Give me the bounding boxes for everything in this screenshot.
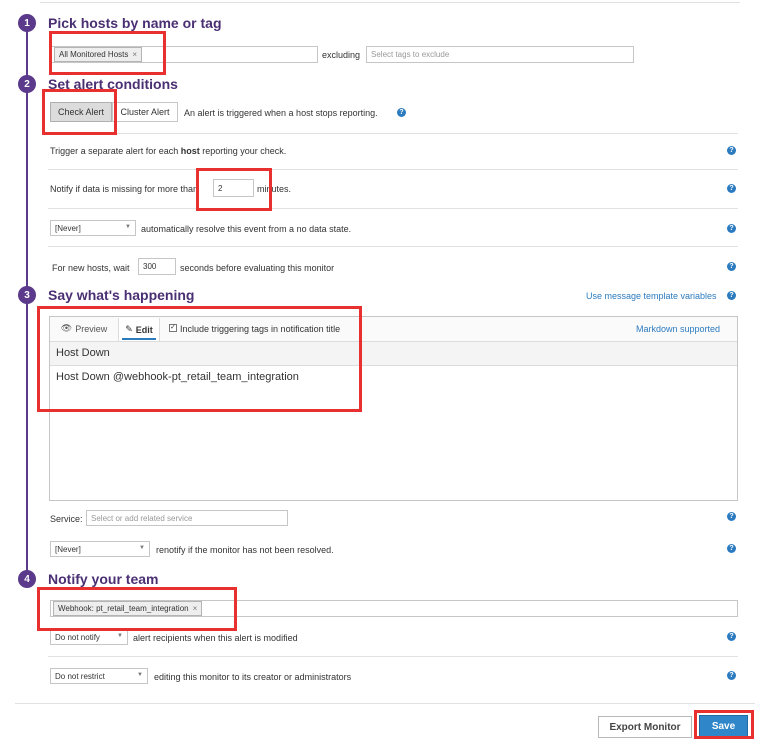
modify-notify-text: alert recipients when this alert is modi… xyxy=(133,633,298,643)
host-tag-label: All Monitored Hosts xyxy=(59,50,129,59)
separate-alert-text: Trigger a separate alert for each host r… xyxy=(50,146,287,156)
missing-data-label: Notify if data is missing for more than xyxy=(50,184,199,194)
step-4-title: Notify your team xyxy=(48,571,159,587)
trigger-description: An alert is triggered when a host stops … xyxy=(184,108,378,118)
pencil-icon: ✎ xyxy=(125,324,133,334)
help-icon[interactable]: ? xyxy=(727,291,736,300)
exclude-tags-input[interactable] xyxy=(366,46,634,63)
renotify-select[interactable]: [Never] ▼ xyxy=(50,541,150,557)
minutes-label: minutes. xyxy=(257,184,292,194)
remove-tag-icon[interactable]: × xyxy=(193,604,198,613)
help-icon[interactable]: ? xyxy=(727,512,736,521)
remove-tag-icon[interactable]: × xyxy=(132,50,137,59)
divider xyxy=(48,656,738,657)
recipient-tag[interactable]: Webhook: pt_retail_team_integration × xyxy=(53,601,203,616)
renotify-text: renotify if the monitor has not been res… xyxy=(156,545,334,555)
include-tags-label: Include triggering tags in notification … xyxy=(180,324,341,334)
missing-minutes-input[interactable]: 2 xyxy=(213,179,254,197)
notification-title-input[interactable]: Host Down xyxy=(50,342,737,366)
export-monitor-button[interactable]: Export Monitor xyxy=(598,716,692,738)
host-tag[interactable]: All Monitored Hosts × xyxy=(54,47,143,62)
divider xyxy=(48,246,738,247)
auto-resolve-text: automatically resolve this event from a … xyxy=(141,224,352,234)
new-host-label: For new hosts, wait xyxy=(52,263,130,273)
template-variables-link[interactable]: Use message template variables xyxy=(586,291,717,301)
save-button[interactable]: Save xyxy=(699,715,748,738)
new-host-delay-input[interactable]: 300 xyxy=(138,258,176,275)
restrict-edit-text: editing this monitor to its creator or a… xyxy=(154,672,352,682)
service-input[interactable] xyxy=(86,510,288,526)
auto-resolve-select[interactable]: [Never] ▼ xyxy=(50,220,136,236)
top-divider xyxy=(40,2,740,3)
step-4-badge: 4 xyxy=(18,570,36,588)
step-1-title: Pick hosts by name or tag xyxy=(48,15,222,31)
new-host-seconds-text: seconds before evaluating this monitor xyxy=(180,263,335,273)
markdown-supported-link[interactable]: Markdown supported xyxy=(636,324,720,334)
divider xyxy=(48,208,738,209)
chevron-down-icon: ▼ xyxy=(117,633,123,639)
excluding-label: excluding xyxy=(322,50,361,60)
cluster-alert-button[interactable]: Cluster Alert xyxy=(112,102,178,122)
service-label: Service: xyxy=(50,514,83,524)
restrict-edit-select[interactable]: Do not restrict ▼ xyxy=(50,668,148,684)
help-icon[interactable]: ? xyxy=(727,262,736,271)
divider xyxy=(48,133,738,134)
help-icon[interactable]: ? xyxy=(727,146,736,155)
step-1-badge: 1 xyxy=(18,14,36,32)
divider xyxy=(48,169,738,170)
help-icon[interactable]: ? xyxy=(727,184,736,193)
help-icon[interactable]: ? xyxy=(727,544,736,553)
chevron-down-icon: ▼ xyxy=(139,545,145,551)
help-icon[interactable]: ? xyxy=(727,632,736,641)
recipient-tag-label: Webhook: pt_retail_team_integration xyxy=(58,604,189,613)
eye-icon: 👁 xyxy=(60,323,73,333)
help-icon[interactable]: ? xyxy=(727,671,736,680)
help-icon[interactable]: ? xyxy=(397,108,406,117)
notification-body-textarea[interactable]: Host Down @webhook-pt_retail_team_integr… xyxy=(50,366,737,500)
step-3-badge: 3 xyxy=(18,286,36,304)
help-icon[interactable]: ? xyxy=(727,224,736,233)
chevron-down-icon: ▼ xyxy=(137,672,143,678)
modify-notify-select[interactable]: Do not notify ▼ xyxy=(50,629,128,645)
chevron-down-icon: ▼ xyxy=(125,224,131,230)
step-3-title: Say what's happening xyxy=(48,287,195,303)
include-tags-checkbox[interactable]: ✓ xyxy=(169,324,177,332)
active-tab-indicator xyxy=(122,338,156,340)
check-alert-button[interactable]: Check Alert xyxy=(50,102,112,122)
footer-divider xyxy=(15,703,755,704)
tab-preview[interactable]: 👁 Preview xyxy=(56,320,112,337)
step-2-title: Set alert conditions xyxy=(48,76,178,92)
step-2-badge: 2 xyxy=(18,75,36,93)
